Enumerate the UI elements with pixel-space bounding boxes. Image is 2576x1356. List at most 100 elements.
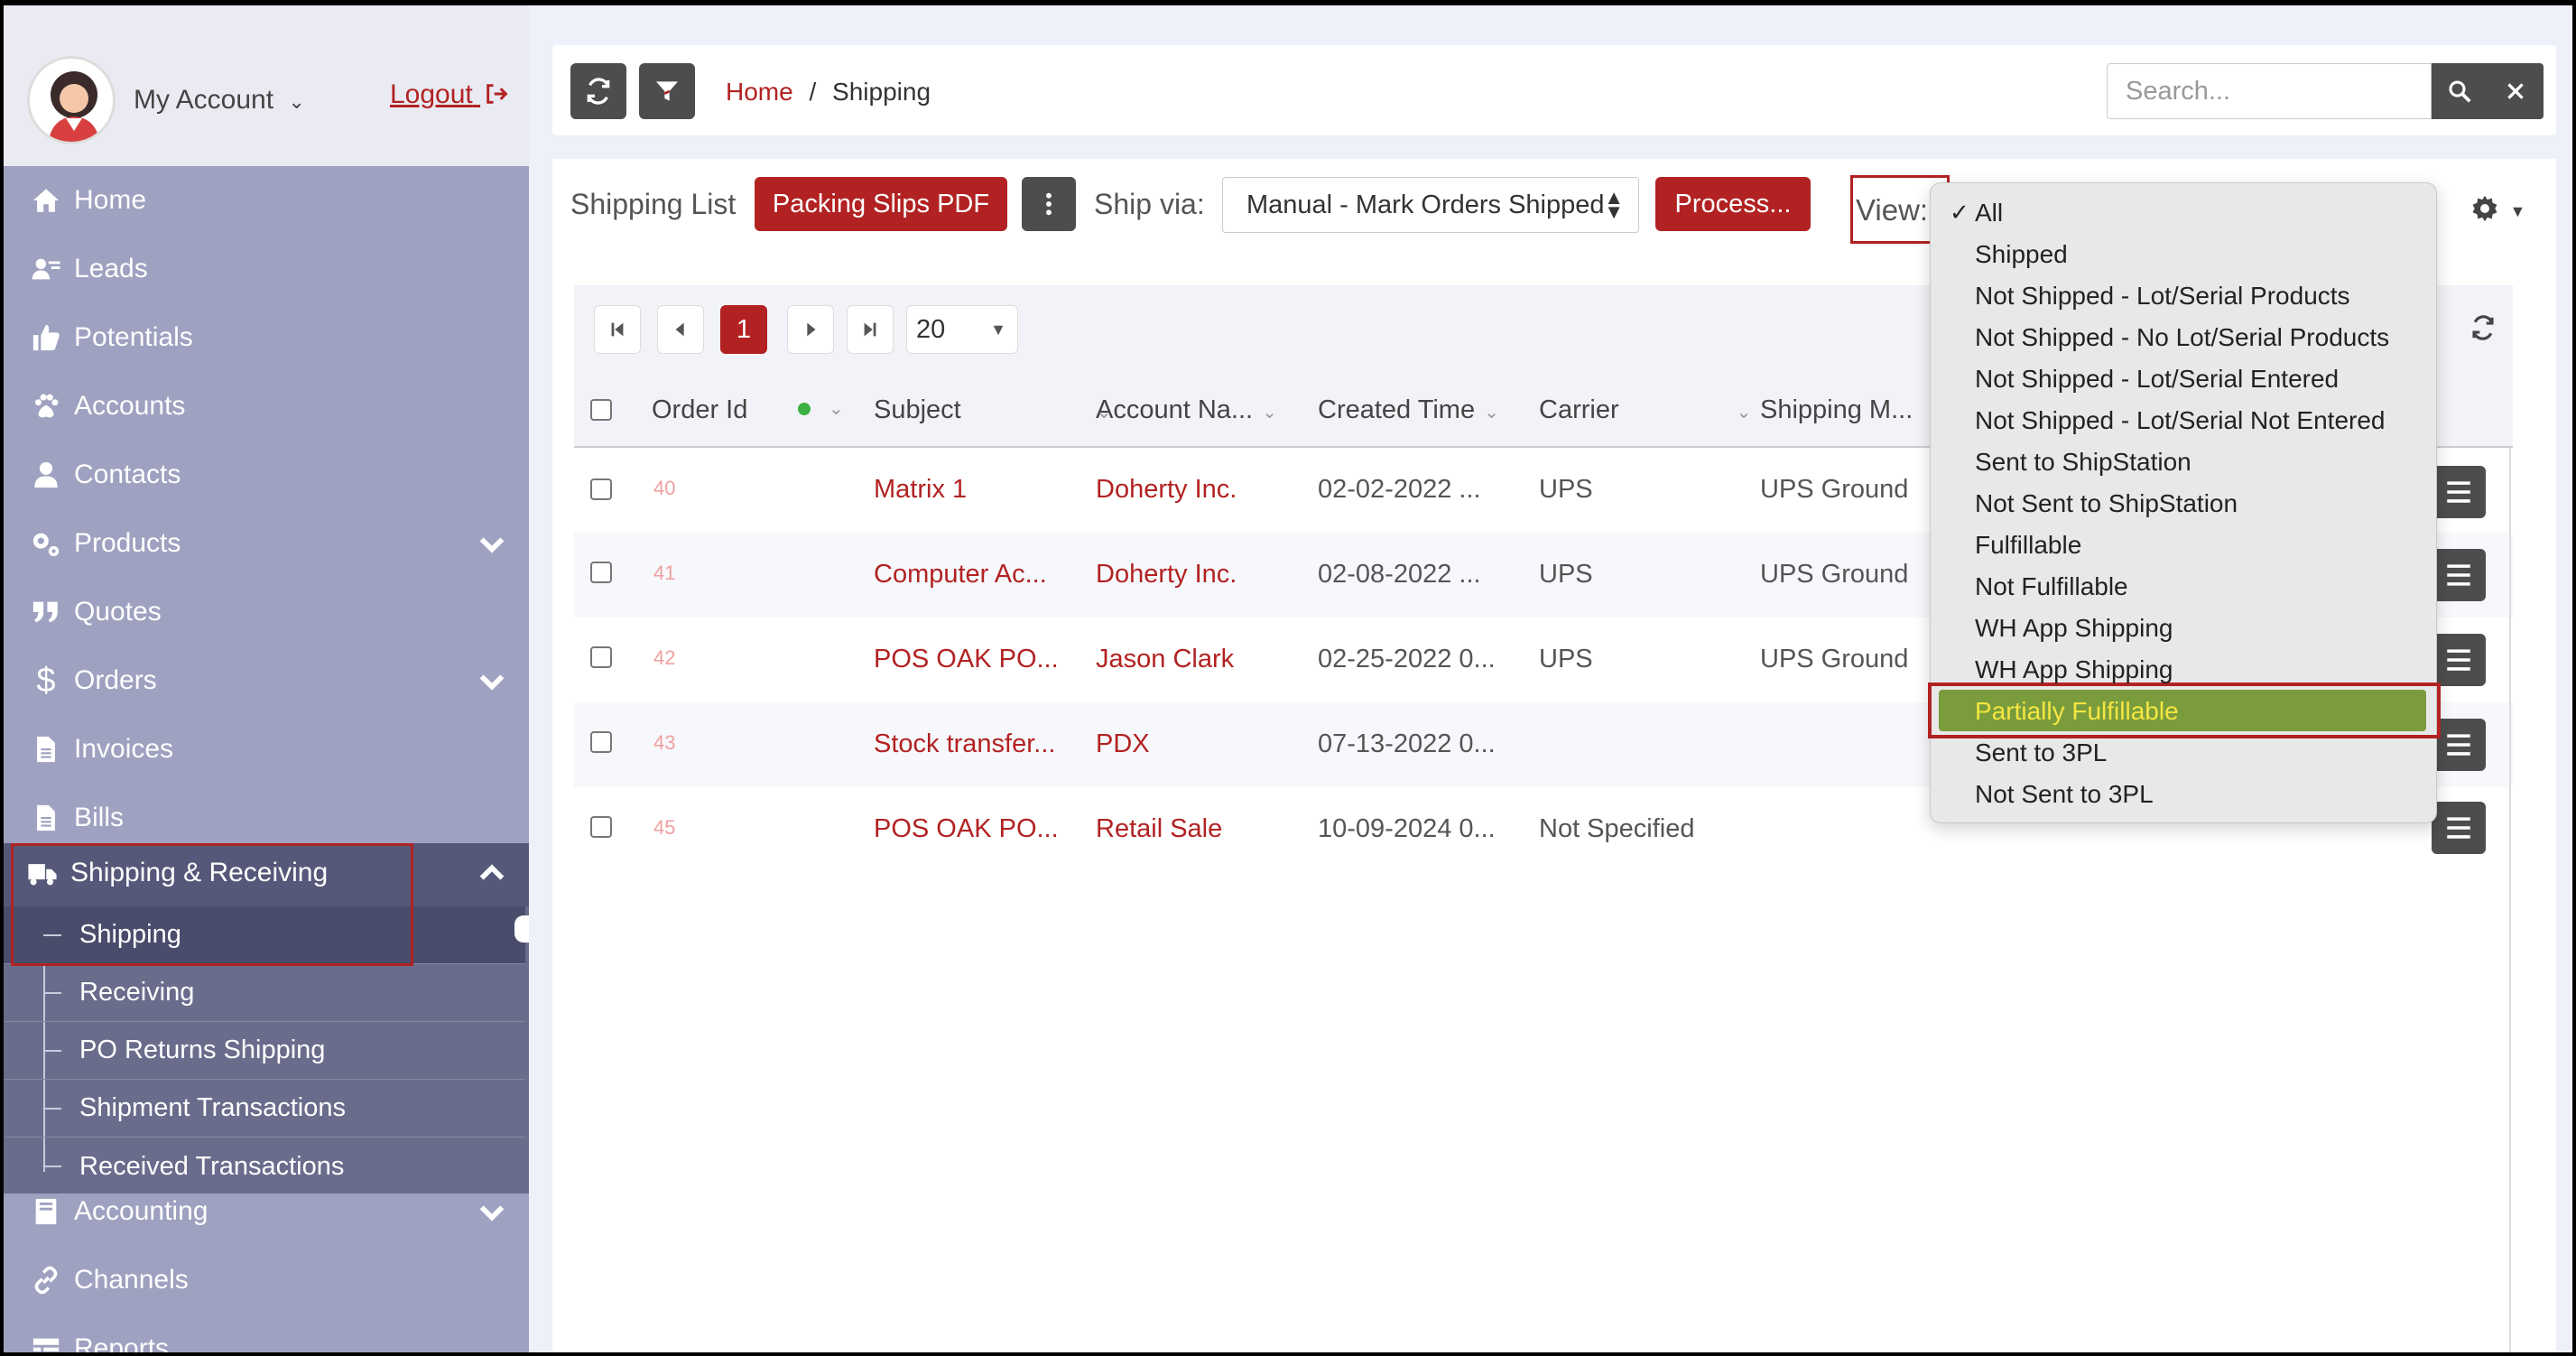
column-header-created-time[interactable]: Created Time ⌄ [1318,395,1499,425]
subject-cell[interactable]: Computer Ac... [874,560,1047,590]
last-page-icon [864,322,876,337]
sidebar-item-invoices[interactable]: Invoices [4,715,529,784]
account-cell[interactable]: Retail Sale [1096,814,1222,844]
hamburger-icon [2447,817,2470,839]
view-option-not-shipped-lot-serial-not-entered[interactable]: Not Shipped - Lot/Serial Not Entered [1975,406,2385,435]
grid-refresh-button[interactable] [2469,314,2497,346]
row-actions-button[interactable] [2432,634,2486,686]
row-actions-button[interactable] [2432,549,2486,601]
row-checkbox[interactable] [590,731,612,753]
first-page-button[interactable] [594,305,641,354]
refresh-icon [587,78,610,105]
order-id-cell[interactable]: 42 [653,646,675,670]
account-cell[interactable]: Doherty Inc. [1096,475,1237,505]
sidebar-item-orders[interactable]: $ Orders [4,646,529,715]
breadcrumb-home[interactable]: Home [726,78,793,106]
row-checkbox[interactable] [590,816,612,838]
chevron-down-icon[interactable]: ⌄ [829,397,844,420]
last-page-button[interactable] [847,305,894,354]
my-account-menu[interactable]: My Account ⌄ [134,85,305,116]
view-option-not-sent-to-shipstation[interactable]: Not Sent to ShipStation [1975,489,2238,518]
current-page-button[interactable]: 1 [720,305,767,354]
sidebar-item-reports[interactable]: Reports [4,1314,529,1352]
sidebar-item-products[interactable]: Products [4,509,529,578]
sidebar-item-leads[interactable]: Leads [4,235,529,303]
order-id-cell[interactable]: 40 [653,477,675,500]
row-checkbox[interactable] [590,562,612,583]
column-header-carrier[interactable]: Carrier ⌄ [1539,395,1751,425]
sidebar-subitem-shipment-transactions[interactable]: Shipment Transactions [4,1080,525,1138]
sidebar-item-accounting[interactable]: Accounting [4,1177,529,1246]
ship-via-label: Ship via: [1094,188,1205,220]
view-option-wh-app-shipping-2[interactable]: WH App Shipping [1975,655,2173,684]
hamburger-icon [2447,649,2470,671]
row-actions-button[interactable] [2432,466,2486,518]
sidebar-item-potentials[interactable]: Potentials [4,303,529,372]
subject-cell[interactable]: Matrix 1 [874,475,967,505]
user-icon [27,460,65,490]
ship-via-select[interactable]: Manual - Mark Orders Shipped ▲ ▼ [1222,177,1639,233]
more-options-button[interactable] [1022,177,1076,231]
account-cell[interactable]: PDX [1096,729,1150,759]
select-all-checkbox[interactable] [590,399,612,421]
view-option-shipped[interactable]: Shipped [1975,240,2068,269]
shipping-method-cell: UPS Ground [1760,560,1909,589]
sidebar-item-home[interactable]: Home [4,166,529,235]
account-cell[interactable]: Jason Clark [1096,645,1234,674]
subject-cell[interactable]: POS OAK PO... [874,645,1059,674]
view-option-wh-app-shipping[interactable]: WH App Shipping [1975,614,2173,643]
settings-menu[interactable]: ▼ [2469,193,2525,228]
filter-button[interactable] [639,63,695,119]
sidebar-item-channels[interactable]: Channels [4,1246,529,1314]
search-button[interactable] [2432,63,2488,119]
sidebar-subitem-po-returns[interactable]: PO Returns Shipping [4,1022,525,1080]
next-page-button[interactable] [787,305,834,354]
view-option-not-fulfillable[interactable]: Not Fulfillable [1975,572,2128,601]
order-id-cell[interactable]: 41 [653,562,675,585]
highlight-box [11,843,413,966]
account-cell[interactable]: Doherty Inc. [1096,560,1237,590]
subject-cell[interactable]: Stock transfer... [874,729,1055,759]
view-option-not-shipped-no-lot-serial[interactable]: Not Shipped - No Lot/Serial Products [1975,323,2389,352]
chevron-up-icon [477,858,507,896]
process-button[interactable]: Process... [1655,177,1811,231]
page-size-select[interactable]: 20 ▼ [906,305,1018,354]
sidebar-item-quotes[interactable]: Quotes [4,578,529,646]
scrollbar-track[interactable] [2509,448,2511,1352]
row-checkbox[interactable] [590,646,612,668]
row-actions-button[interactable] [2432,802,2486,854]
column-header-subject[interactable]: Subject ⌄ [874,395,1112,425]
sidebar-label: Invoices [74,734,174,764]
refresh-button[interactable] [570,63,626,119]
logout-link[interactable]: Logout [390,79,509,110]
view-option-not-shipped-lot-serial-entered[interactable]: Not Shipped - Lot/Serial Entered [1975,365,2339,394]
prev-page-icon [675,322,684,337]
column-header-shipping-method[interactable]: Shipping M... [1760,395,1913,425]
sidebar-item-contacts[interactable]: Contacts [4,441,529,509]
prev-page-button[interactable] [657,305,704,354]
created-time-cell: 02-25-2022 0... [1318,645,1496,673]
avatar[interactable] [27,56,116,144]
view-option-sent-to-shipstation[interactable]: Sent to ShipStation [1975,448,2191,477]
column-header-account[interactable]: Account Na... ⌄ [1096,395,1277,425]
breadcrumb-separator: / [809,78,817,106]
caret-down-icon: ▼ [2509,202,2526,220]
order-id-cell[interactable]: 45 [653,816,675,840]
view-option-partially-fulfillable[interactable]: Partially Fulfillable [1975,697,2179,726]
view-option-not-shipped-lot-serial[interactable]: Not Shipped - Lot/Serial Products [1975,282,2350,311]
column-header-label: Subject [874,395,961,424]
view-option-all[interactable]: All [1975,199,2003,228]
subject-cell[interactable]: POS OAK PO... [874,814,1059,844]
view-option-not-sent-to-3pl[interactable]: Not Sent to 3PL [1975,780,2154,809]
view-option-fulfillable[interactable]: Fulfillable [1975,531,2081,560]
column-header-order-id[interactable]: Order Id [652,395,747,425]
sidebar-item-accounts[interactable]: Accounts [4,372,529,441]
created-time-cell: 07-13-2022 0... [1318,729,1496,758]
clear-search-button[interactable] [2488,63,2544,119]
search-input[interactable]: Search... [2107,63,2432,119]
view-option-sent-to-3pl[interactable]: Sent to 3PL [1975,738,2107,767]
order-id-cell[interactable]: 43 [653,731,675,755]
sidebar-subitem-receiving[interactable]: Receiving [4,964,525,1022]
packing-slips-button[interactable]: Packing Slips PDF [755,177,1007,231]
row-checkbox[interactable] [590,478,612,500]
